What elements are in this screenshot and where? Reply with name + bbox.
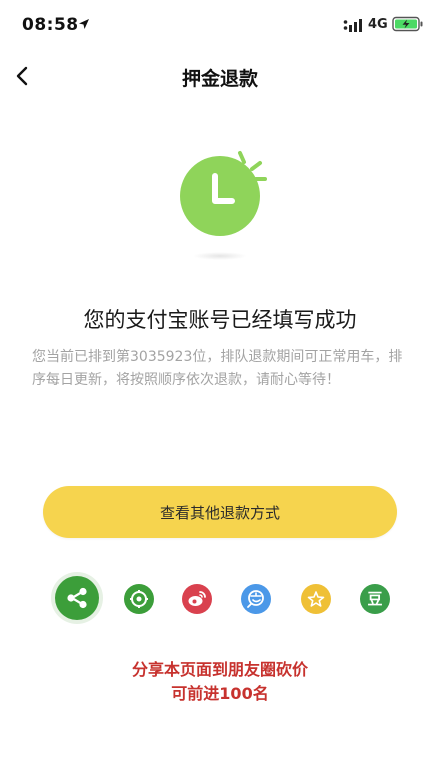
clock-icon bbox=[180, 151, 267, 236]
wechat-moments-icon bbox=[130, 590, 148, 608]
other-refund-methods-button[interactable]: 查看其他退款方式 bbox=[43, 486, 397, 538]
status-bar: 08:58 4G bbox=[0, 0, 440, 48]
share-row: 豆 bbox=[0, 574, 440, 626]
share-alipay-button[interactable] bbox=[241, 584, 271, 614]
share-button[interactable] bbox=[55, 576, 99, 620]
battery-charging-icon bbox=[392, 16, 423, 32]
weibo-icon bbox=[188, 591, 206, 606]
page-title: 押金退款 bbox=[181, 68, 258, 90]
location-arrow-icon bbox=[79, 19, 89, 29]
clock-shadow bbox=[193, 252, 247, 260]
douban-icon: 豆 bbox=[367, 590, 383, 608]
favorite-star-icon bbox=[307, 591, 325, 607]
share-icon bbox=[67, 587, 87, 609]
share-douban-button[interactable]: 豆 bbox=[360, 584, 390, 614]
success-headline: 您的支付宝账号已经填写成功 bbox=[83, 308, 357, 332]
share-weibo-button[interactable] bbox=[182, 584, 212, 614]
signal-icon bbox=[343, 19, 362, 32]
share-promo-text: 分享本页面到朋友圈砍价 可前进100名 bbox=[0, 658, 440, 706]
share-favorite-button[interactable] bbox=[301, 584, 331, 614]
queue-notice: 您当前已排到第3035923位，排队退款期间可正常用车，排序每日更新，将按照顺序… bbox=[32, 349, 403, 388]
network-label: 4G bbox=[368, 17, 388, 32]
status-time: 08:58 bbox=[22, 15, 79, 35]
promo-line-1: 分享本页面到朋友圈砍价 bbox=[131, 660, 308, 679]
alipay-icon bbox=[247, 590, 264, 608]
nav-bar: 押金退款 bbox=[0, 48, 440, 104]
share-wechat-moments-button[interactable] bbox=[124, 584, 154, 614]
promo-line-2: 可前进100名 bbox=[171, 684, 269, 703]
